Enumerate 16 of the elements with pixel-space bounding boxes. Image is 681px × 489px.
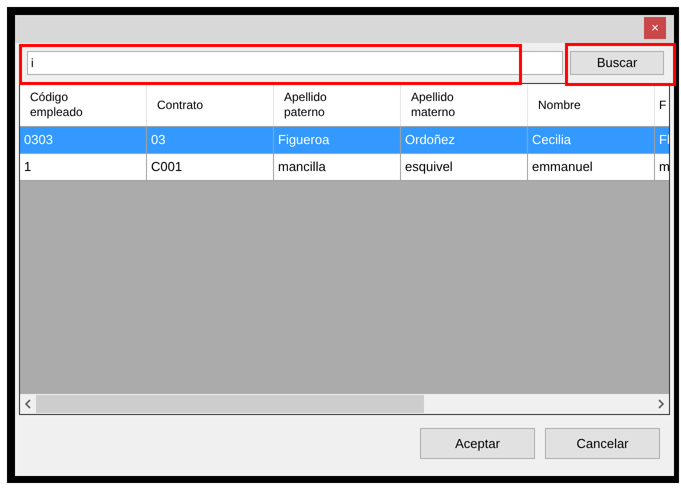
dialog-button[interactable]: Cancelar: [545, 428, 660, 459]
horizontal-scrollbar[interactable]: [20, 394, 669, 414]
table-cell: mancilla: [274, 154, 401, 180]
search-field[interactable]: i: [27, 51, 564, 75]
table-cell: esquivel: [401, 154, 528, 180]
scroll-right-icon[interactable]: [657, 399, 665, 409]
dialog-button[interactable]: Aceptar: [420, 428, 535, 459]
table-cell: m: [655, 154, 669, 180]
scroll-thumb[interactable]: [36, 395, 424, 413]
table-cell: 1: [20, 154, 147, 180]
scroll-left-icon[interactable]: [24, 399, 32, 409]
table-row[interactable]: 1 C001 mancilla esquivel emmanuel m: [20, 153, 669, 180]
table-cell: C001: [147, 154, 274, 180]
table-cell: emmanuel: [528, 154, 655, 180]
close-button[interactable]: ×: [644, 17, 666, 39]
search-button[interactable]: Buscar: [570, 51, 664, 75]
